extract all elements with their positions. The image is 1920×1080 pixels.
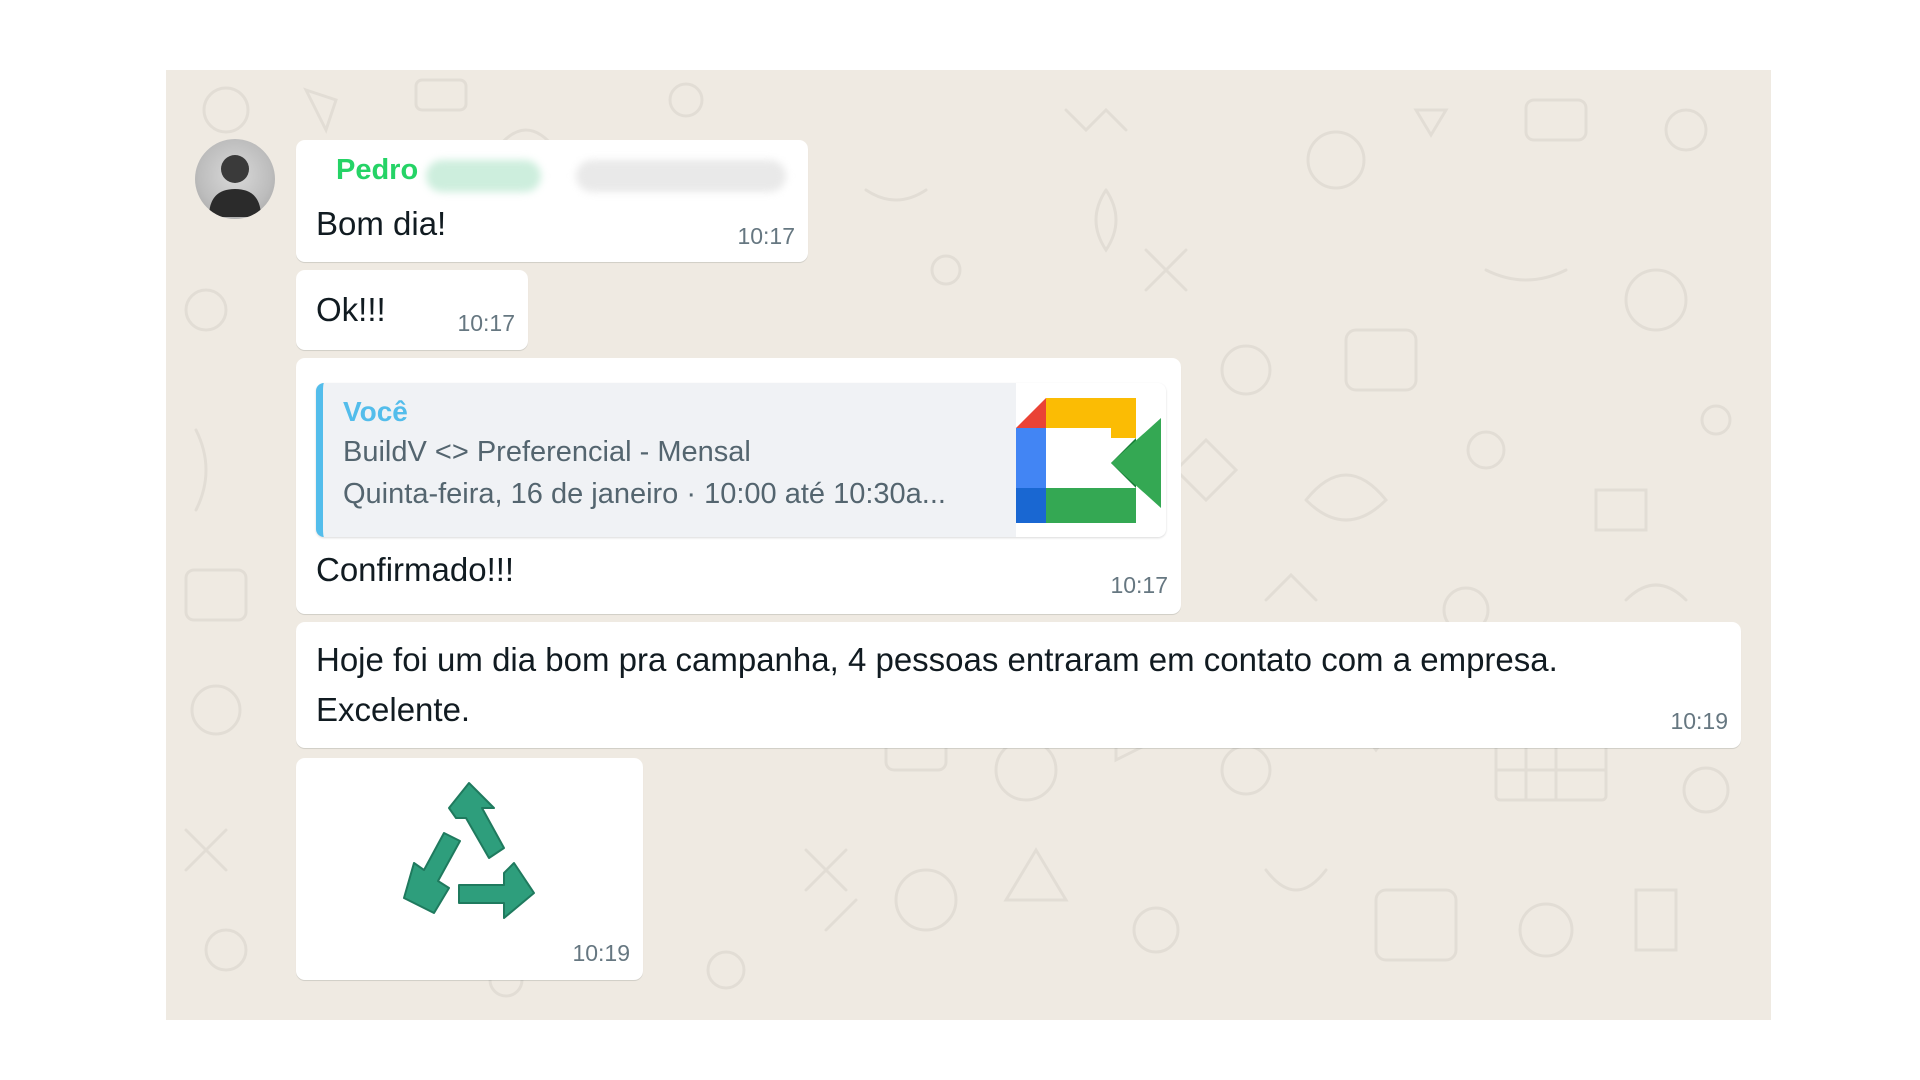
message-text: Confirmado!!! [316,551,515,588]
redacted-phone [576,160,786,192]
message-bubble-1[interactable]: Pedro Bom dia! 10:17 [296,140,808,262]
message-bubble-3[interactable]: Você BuildV <> Preferencial - Mensal Qui… [296,358,1181,614]
message-text: Ok!!! [316,291,386,328]
redacted-surname [426,160,541,192]
google-meet-icon [1016,398,1161,523]
message-bubble-2[interactable]: Ok!!! 10:17 [296,270,528,350]
message-text-line-2: Excelente. [316,691,471,728]
message-text: Bom dia! [316,205,447,242]
meet-thumbnail [1016,383,1166,537]
recycle-icon [403,782,535,919]
message-bubble-4[interactable]: Hoje foi um dia bom pra campanha, 4 pess… [296,622,1741,748]
sender-avatar[interactable] [195,139,275,219]
quote-author: Você [343,396,408,427]
chat-panel[interactable]: Pedro Bom dia! 10:17 Ok!!! 10:17 Você Bu… [166,70,1771,1020]
message-time: 10:17 [1110,572,1168,598]
message-time: 10:19 [572,940,630,966]
message-bubble-5[interactable]: 10:19 [296,758,643,980]
message-time: 10:17 [737,223,795,249]
message-time: 10:17 [457,310,515,336]
quote-title: BuildV <> Preferencial - Mensal [343,436,751,468]
message-time: 10:19 [1670,708,1728,734]
quote-subtitle: Quinta-feira, 16 de janeiro · 10:00 até … [343,478,946,510]
message-text-line-1: Hoje foi um dia bom pra campanha, 4 pess… [316,641,1558,678]
sender-name[interactable]: Pedro [336,154,418,187]
quoted-meeting-card[interactable]: Você BuildV <> Preferencial - Mensal Qui… [316,383,1166,537]
person-silhouette-icon [209,155,261,217]
